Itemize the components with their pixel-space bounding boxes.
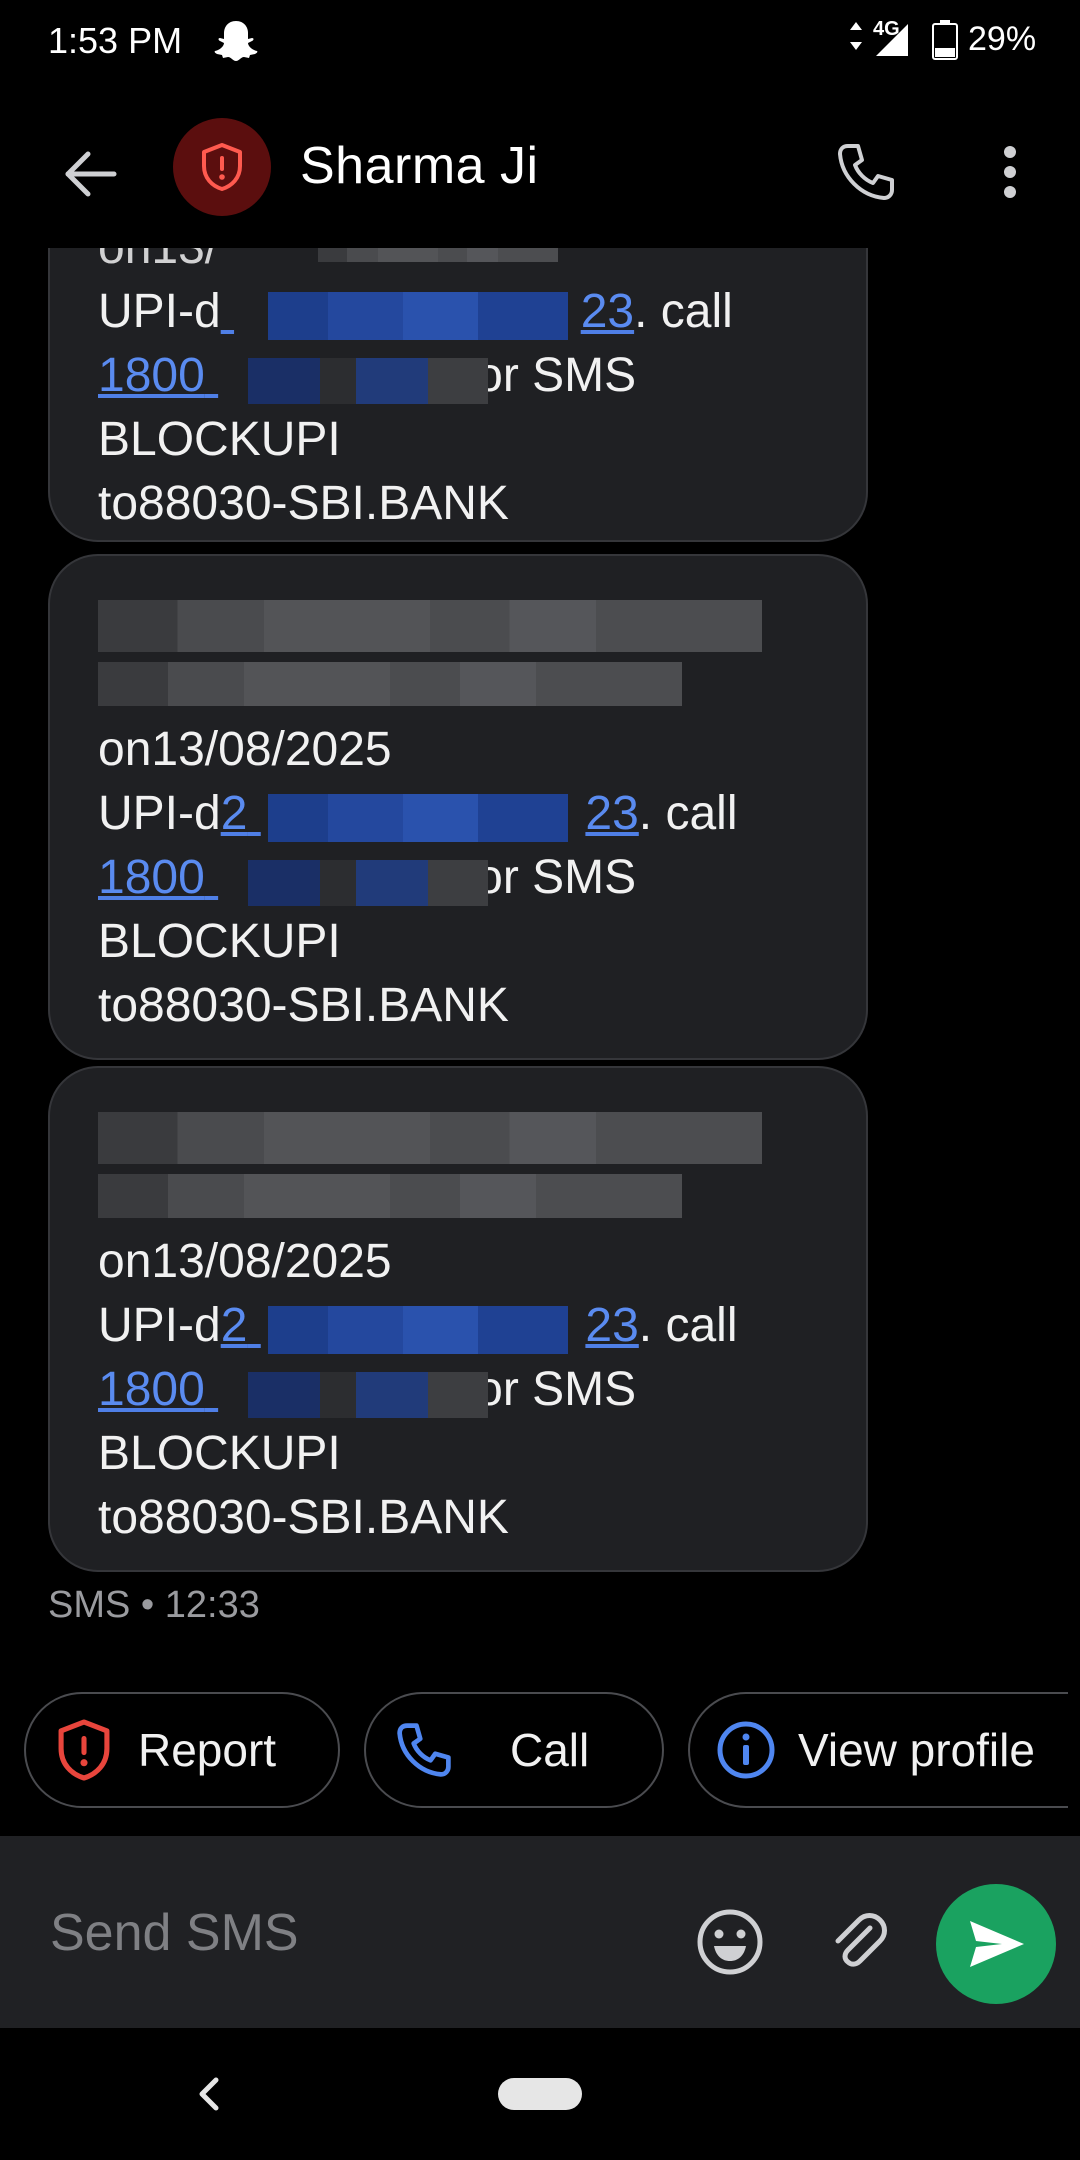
shield-alert-icon <box>58 1719 110 1781</box>
more-vert-icon <box>1004 146 1016 198</box>
chevron-left-icon <box>199 2077 219 2111</box>
more-options-button[interactable] <box>980 132 1040 212</box>
message-line: to88030-SBI.BANK <box>98 477 509 530</box>
emoji-button[interactable] <box>694 1906 766 1978</box>
view-profile-chip[interactable]: View profile <box>688 1692 1068 1808</box>
message-line: 1800 or SMS <box>98 851 637 906</box>
message-line: to88030-SBI.BANK <box>98 979 509 1032</box>
shield-alert-icon <box>202 143 242 191</box>
redacted-text <box>98 600 762 652</box>
message-line: BLOCKUPI <box>98 1427 341 1480</box>
top-app-bar <box>0 110 1080 230</box>
attach-button[interactable] <box>822 1906 894 1978</box>
phone-icon <box>838 144 894 200</box>
redacted-text <box>98 1112 762 1164</box>
message-date: on13/08/2025 <box>98 723 392 776</box>
view-profile-label: View profile <box>798 1724 1035 1776</box>
contact-avatar[interactable] <box>173 118 271 216</box>
message-bubble[interactable]: on13/08/2025 UPI-d2 23. call 1800 or SMS… <box>48 554 868 1060</box>
message-bubble[interactable]: on13/ UPI-d 23. call 1800 or SMS BLOCKUP… <box>48 248 868 542</box>
send-sms-input[interactable] <box>48 1896 652 1970</box>
message-line: UPI-d 23. call <box>98 285 733 340</box>
message-bubble[interactable]: on13/08/2025 UPI-d2 23. call 1800 or SMS… <box>48 1066 868 1572</box>
nav-home-pill[interactable] <box>498 2078 582 2110</box>
message-line: to88030-SBI.BANK <box>98 1491 509 1544</box>
message-list[interactable]: on13/ UPI-d 23. call 1800 or SMS BLOCKUP… <box>0 248 1080 1628</box>
message-line: BLOCKUPI <box>98 915 341 968</box>
back-button[interactable] <box>54 138 126 210</box>
message-line: 1800 or SMS <box>98 1363 637 1418</box>
signal-icon <box>848 20 918 65</box>
send-button[interactable] <box>936 1884 1056 2004</box>
battery-icon <box>931 20 959 65</box>
nav-back-button[interactable] <box>186 2066 234 2122</box>
message-line: 1800 or SMS <box>98 349 637 404</box>
send-icon <box>970 1921 1024 1967</box>
message-line: UPI-d2 23. call <box>98 787 738 842</box>
status-time: 1:53 PM <box>48 20 183 61</box>
message-line: on13/ <box>98 248 818 280</box>
report-label: Report <box>138 1724 277 1776</box>
call-label: Call <box>510 1724 590 1776</box>
call-button[interactable] <box>826 132 906 212</box>
message-timestamp: SMS • 12:33 <box>48 1584 260 1626</box>
battery-percent: 29% <box>968 20 1037 58</box>
emoji-icon <box>697 1909 763 1975</box>
arrow-left-icon <box>65 151 117 197</box>
call-chip[interactable]: Call <box>364 1692 664 1808</box>
phone-icon <box>397 1723 451 1777</box>
message-line: BLOCKUPI <box>98 413 341 466</box>
report-chip[interactable]: Report <box>24 1692 340 1808</box>
message-line: UPI-d2 23. call <box>98 1299 738 1354</box>
redacted-text <box>98 1174 682 1218</box>
snapchat-notification-icon <box>214 18 258 69</box>
redacted-text <box>98 662 682 706</box>
message-date: on13/08/2025 <box>98 1235 392 1288</box>
contact-name: Sharma Ji <box>300 137 539 195</box>
paperclip-icon <box>835 1913 887 1967</box>
info-icon <box>717 1721 775 1779</box>
message-composer <box>0 1836 1080 2028</box>
